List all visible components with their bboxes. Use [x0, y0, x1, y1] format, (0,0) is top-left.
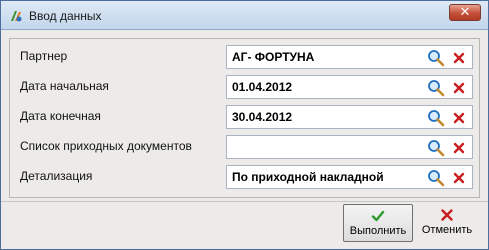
form-row-incoming-docs: Список приходных документов	[10, 131, 479, 161]
search-icon[interactable]	[427, 49, 445, 67]
form-panel: Партнер АГ- ФОРТУНА Дата начальная 01.04…	[9, 38, 480, 198]
partner-label: Партнер	[20, 49, 68, 63]
form-row-date-end: Дата конечная 30.04.2012	[10, 101, 479, 131]
clear-icon[interactable]	[451, 140, 467, 156]
execute-button[interactable]: Выполнить	[343, 204, 413, 242]
close-icon: ✕	[459, 5, 471, 20]
date-end-value: 30.04.2012	[232, 110, 293, 124]
cancel-x-icon	[441, 209, 453, 221]
search-icon[interactable]	[427, 169, 445, 187]
clear-icon[interactable]	[451, 50, 467, 66]
partner-value: АГ- ФОРТУНА	[232, 50, 315, 64]
detail-label: Детализация	[20, 169, 93, 183]
checkmark-icon	[371, 210, 385, 222]
clear-icon[interactable]	[451, 110, 467, 126]
window-title: Ввод данных	[29, 9, 102, 23]
form-row-date-start: Дата начальная 01.04.2012	[10, 71, 479, 101]
date-start-label: Дата начальная	[20, 79, 109, 93]
detail-value: По приходной накладной	[232, 170, 384, 184]
search-icon[interactable]	[427, 139, 445, 157]
close-button[interactable]: ✕	[449, 4, 481, 21]
partner-field[interactable]: АГ- ФОРТУНА	[226, 45, 473, 69]
search-icon[interactable]	[427, 79, 445, 97]
date-end-field[interactable]: 30.04.2012	[226, 105, 473, 129]
date-start-field[interactable]: 01.04.2012	[226, 75, 473, 99]
incoming-docs-label: Список приходных документов	[20, 139, 192, 153]
cancel-button[interactable]: Отменить	[416, 204, 478, 242]
cancel-label: Отменить	[421, 224, 473, 236]
dialog-window: Ввод данных ✕ Партнер АГ- ФОРТУНА Дата н…	[0, 0, 489, 250]
search-icon[interactable]	[427, 109, 445, 127]
date-end-label: Дата конечная	[20, 109, 101, 123]
form-row-partner: Партнер АГ- ФОРТУНА	[10, 41, 479, 71]
app-logo-icon	[11, 11, 22, 22]
title-bar[interactable]: Ввод данных ✕	[1, 1, 488, 30]
clear-icon[interactable]	[451, 170, 467, 186]
detail-field[interactable]: По приходной накладной	[226, 165, 473, 189]
footer-divider	[1, 201, 488, 202]
incoming-docs-field[interactable]	[226, 135, 473, 159]
date-start-value: 01.04.2012	[232, 80, 293, 94]
clear-icon[interactable]	[451, 80, 467, 96]
execute-label: Выполнить	[349, 225, 407, 237]
form-row-detail: Детализация По приходной накладной	[10, 161, 479, 191]
